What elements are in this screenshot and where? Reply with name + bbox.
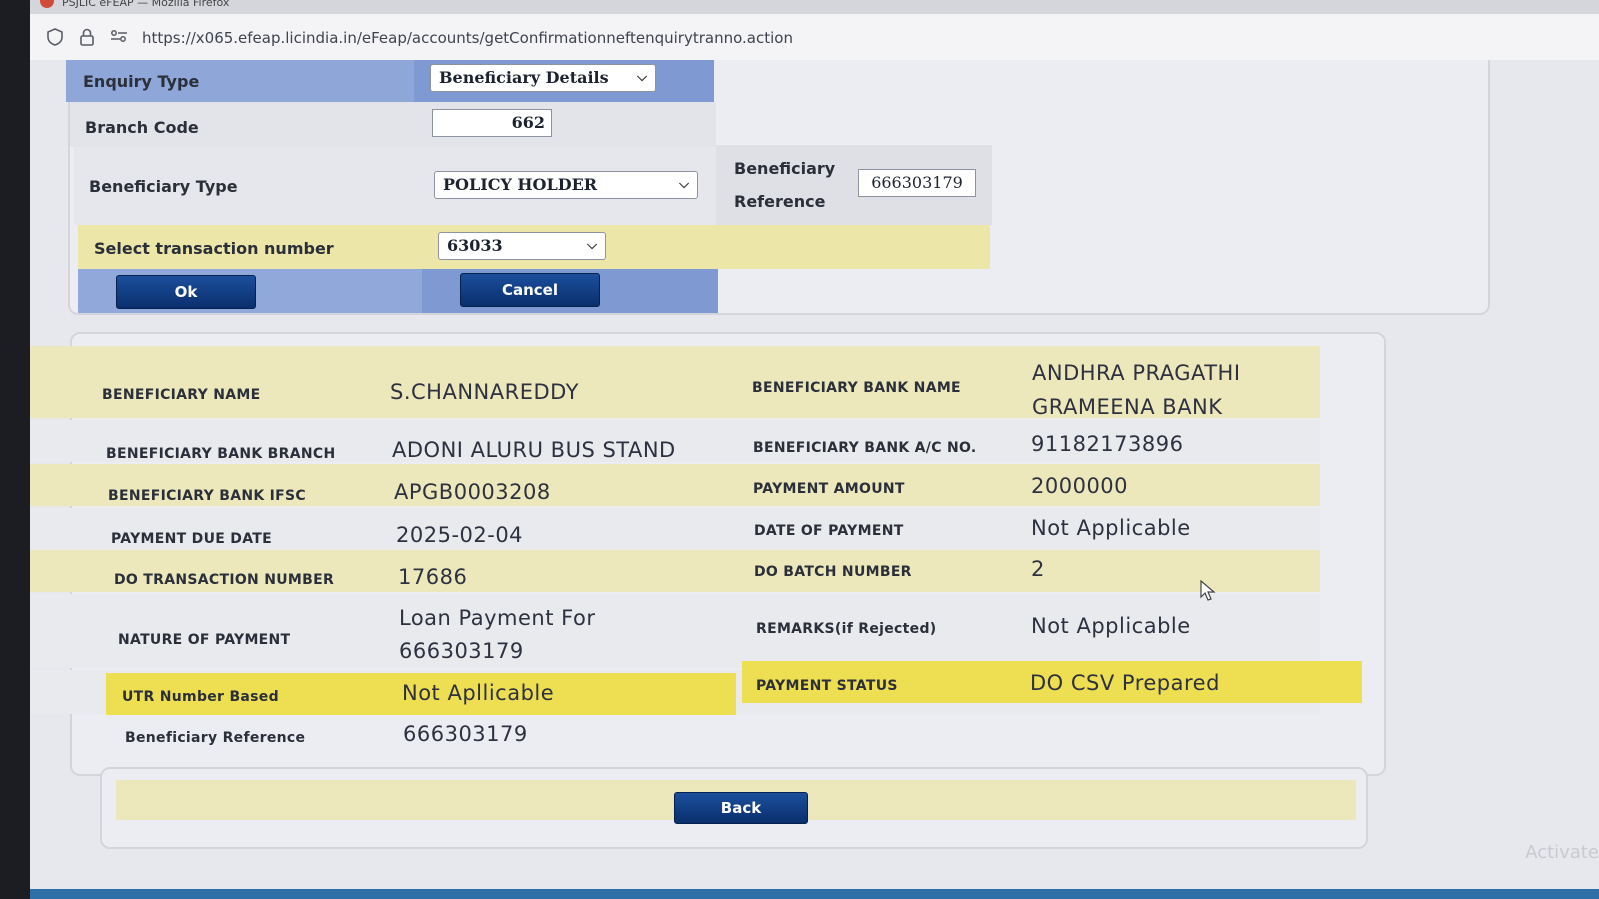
beneficiary-reference-detail-label: Beneficiary Reference — [125, 730, 306, 746]
ifsc-label: BENEFICIARY BANK IFSC — [108, 488, 307, 504]
url-text[interactable]: https://x065.efeap.licindia.in/eFeap/acc… — [142, 29, 793, 47]
firefox-logo-icon — [40, 0, 54, 8]
beneficiary-reference-label: Beneficiary Reference — [734, 159, 836, 211]
bank-branch-value: ADONI ALURU BUS STAND — [392, 438, 676, 462]
window-title: PSJLIC eFEAP — Mozilla Firefox — [62, 0, 230, 9]
ifsc-value: APGB0003208 — [394, 480, 551, 504]
bank-branch-label: BENEFICIARY BANK BRANCH — [106, 446, 336, 462]
address-bar[interactable]: https://x065.efeap.licindia.in/eFeap/acc… — [30, 14, 1599, 61]
due-date-label: PAYMENT DUE DATE — [111, 531, 272, 547]
chevron-down-icon: ⌵ — [679, 177, 689, 192]
nature-of-payment-label: NATURE OF PAYMENT — [118, 632, 291, 648]
beneficiary-reference-detail-value: 666303179 — [403, 722, 528, 746]
amount-label: PAYMENT AMOUNT — [753, 481, 905, 497]
enquiry-type-label: Enquiry Type — [83, 72, 200, 91]
title-bar: PSJLIC eFEAP — Mozilla Firefox — [30, 0, 1599, 14]
transaction-label: Select transaction number — [94, 239, 334, 258]
beneficiary-type-row: Beneficiary Type POLICY HOLDER ⌵ Benefic… — [74, 145, 992, 225]
beneficiary-name-label: BENEFICIARY NAME — [102, 387, 261, 403]
do-batch-value: 2 — [1031, 557, 1045, 581]
utr-value: Not Apllicable — [402, 681, 555, 705]
date-of-payment-label: DATE OF PAYMENT — [754, 523, 904, 539]
browser-window: PSJLIC eFEAP — Mozilla Firefox https://x… — [30, 0, 1599, 899]
payment-status-label: PAYMENT STATUS — [756, 678, 898, 694]
payment-status-badge: DO CSV Prepared — [1030, 671, 1220, 695]
account-no-value: 91182173896 — [1031, 432, 1184, 456]
do-transaction-label: DO TRANSACTION NUMBER — [114, 572, 335, 588]
permissions-icon[interactable] — [110, 28, 128, 46]
account-no-label: BENEFICIARY BANK A/C NO. — [753, 440, 977, 456]
beneficiary-type-select[interactable]: POLICY HOLDER ⌵ — [434, 171, 698, 199]
taskbar — [30, 889, 1599, 899]
nature-of-payment-value: Loan Payment For 666303179 — [399, 606, 596, 663]
remarks-value: Not Applicable — [1031, 614, 1191, 638]
branch-code-input[interactable]: 662 — [432, 109, 552, 137]
bank-name-value: ANDHRA PRAGATHI GRAMEENA BANK — [1032, 361, 1241, 419]
date-of-payment-value: Not Applicable — [1031, 516, 1191, 540]
beneficiary-reference-input[interactable]: 666303179 — [858, 169, 976, 197]
amount-value: 2000000 — [1031, 474, 1129, 498]
due-date-value: 2025-02-04 — [396, 523, 524, 547]
beneficiary-name-value: S.CHANNAREDDY — [390, 380, 579, 404]
form-buttons-row: Ok Cancel — [78, 269, 718, 313]
ok-button[interactable]: Ok — [116, 275, 256, 309]
do-transaction-value: 17686 — [398, 565, 468, 589]
mouse-pointer-icon — [1200, 580, 1216, 601]
branch-code-row: Branch Code 662 — [70, 102, 716, 147]
cancel-button[interactable]: Cancel — [460, 273, 600, 307]
beneficiary-type-label: Beneficiary Type — [89, 177, 238, 196]
branch-code-label: Branch Code — [85, 118, 199, 137]
bank-name-label: BENEFICIARY BANK NAME — [752, 380, 961, 396]
lock-icon[interactable] — [78, 28, 96, 46]
enquiry-type-select[interactable]: Beneficiary Details ⌵ — [430, 64, 656, 92]
shield-icon[interactable] — [46, 28, 64, 46]
transaction-row: Select transaction number 63033 ⌵ — [78, 225, 990, 269]
utr-label: UTR Number Based — [122, 689, 279, 705]
enquiry-type-row: Enquiry Type Beneficiary Details ⌵ — [66, 60, 714, 102]
page-content: Enquiry Type Beneficiary Details ⌵ Branc… — [30, 60, 1599, 899]
transaction-number-select[interactable]: 63033 ⌵ — [438, 232, 606, 260]
do-batch-label: DO BATCH NUMBER — [754, 564, 912, 580]
back-button[interactable]: Back — [674, 792, 808, 824]
chevron-down-icon: ⌵ — [587, 238, 597, 253]
remarks-label: REMARKS(if Rejected) — [756, 621, 937, 637]
activate-windows-watermark: Activate — [1525, 842, 1599, 863]
chevron-down-icon: ⌵ — [637, 70, 647, 85]
